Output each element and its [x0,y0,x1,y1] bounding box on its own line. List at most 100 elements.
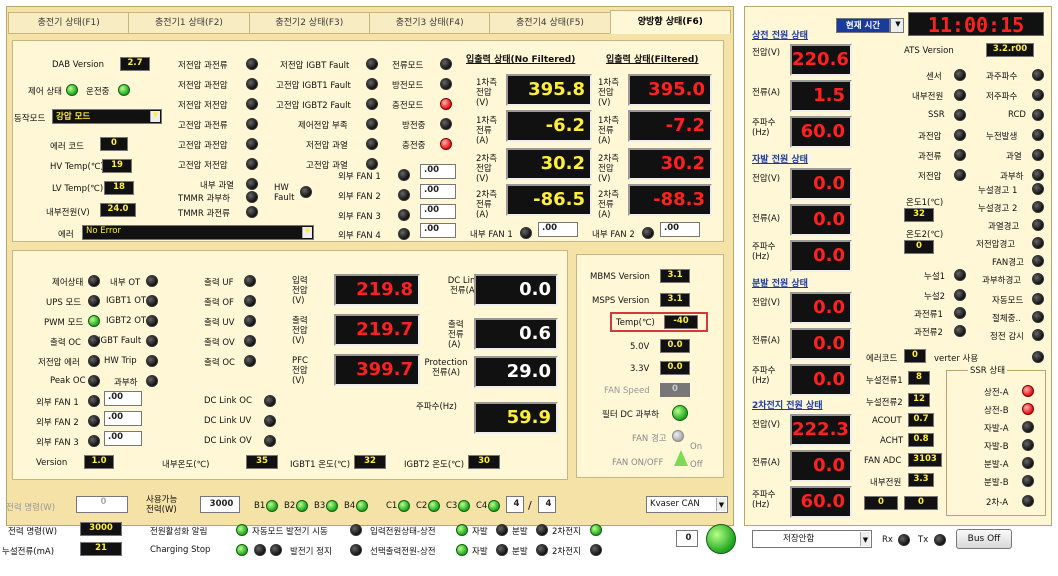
flag-led [366,158,378,170]
right-flag-led [954,129,966,141]
mid-flag-led [244,355,256,367]
fan-switch-icon[interactable] [674,450,688,466]
power-cmd-input[interactable]: 0 [76,496,128,513]
right-flag-label: 저주파수 [986,92,1018,102]
mid-flag-label: 출력 OV [204,338,235,348]
mid-flag-label: IGBT Fault [98,336,142,346]
time-dropdown[interactable]: ▼ [890,18,904,33]
right-flag-label: 과전압 [918,132,942,142]
sang-v-label: 전압(V) [752,48,781,58]
cha2-v-value: 222.3 [790,414,852,446]
auto-mode-led [1032,293,1044,305]
acht-value: 0.8 [908,433,934,447]
cell-led [398,500,410,512]
mid-flag-led [146,315,158,327]
bun-led-2 [536,544,548,556]
fanadc-value: 3103 [908,453,942,467]
tab-f5[interactable]: 충전기4 상태(F5) [489,12,611,34]
gen-stop-label: 발전기 정지 [290,547,332,557]
can-select[interactable]: Kvaser CAN ▼ [646,496,728,513]
sang-hz-label: 주파수 (Hz) [752,118,776,138]
save-select[interactable]: 저장안함 ▼ [752,530,872,548]
save-select-value: 저장안함 [783,534,815,544]
flag-led [440,118,452,130]
cha2-title: 2차전지 전원 상태 [752,401,823,411]
flag-led [366,118,378,130]
big-green-led[interactable] [706,524,736,554]
hw-fault-led [300,186,312,198]
bun-a-value: 0.0 [790,328,852,360]
right-flag-led [1032,109,1044,121]
error-select[interactable]: No Error ▼ [82,225,314,240]
cell-label: C4 [476,501,488,511]
stop-led-3 [270,544,282,556]
tab-f2[interactable]: 충전기1 상태(F2) [128,12,250,34]
flag-label: 방전중 [402,121,426,131]
temp-igbt2-label: IGBT2 온도(℃) [404,460,465,470]
mbms-temp-label: Temp(℃) [616,318,655,328]
flag-led [246,58,258,70]
temp-igbt1-value: 32 [354,455,386,469]
flag-label: 제어전압 부족 [298,121,348,131]
avail-value: 3000 [200,496,240,513]
batt-led [266,500,278,512]
temp2-label: 온도2(℃) [906,230,944,240]
run-led [118,84,130,96]
right-flag-label: 과전류 [918,152,942,162]
warn-led [1032,273,1044,285]
fan-speed-label: FAN Speed [604,386,650,396]
tab-bar: 충전기 상태(F1) 충전기1 상태(F2) 충전기2 상태(F3) 충전기3 … [8,10,731,34]
mid-flag-label: IGBT1 OT [106,296,147,306]
power-cmd-value: 0 [100,497,107,507]
flag-label: 고전압 IGBT2 Fault [276,101,351,111]
mode-label: 동작모드 [14,114,46,124]
ja-hz-label: 주파수 (Hz) [752,242,776,262]
dc-flag-label: DC Link UV [204,416,252,426]
ext-fan-led [398,169,410,181]
ext-fan-led [398,209,410,221]
flag-led [366,78,378,90]
error-label: 에러 [58,230,74,240]
temp-igbt2-value: 30 [468,455,500,469]
ssr-label: 분발-A [984,460,1009,470]
flag-label: 저전압 과전압 [178,81,228,91]
ext-fan-value: .00 [420,184,456,199]
ja-v-value: 0.0 [790,168,852,200]
mid-flag-label: 출력 OF [204,298,234,308]
cha2-a-label: 전류(A) [752,458,781,468]
mid-flag-label: UPS 모드 [46,298,82,308]
batt-label: B4 [344,501,356,511]
temp1-label: 온도1(℃) [906,198,944,208]
ssr-led [1022,421,1034,433]
flag-led [246,191,258,203]
flag-led [246,78,258,90]
cha2-hz-label: 주파수 (Hz) [752,490,776,510]
tab-f6[interactable]: 양방향 상태(F6) [609,10,731,34]
mid-flag-led [88,375,100,387]
ja-led [496,524,508,536]
chevron-down-icon: ▼ [893,20,903,31]
in-v-value: 219.8 [334,274,420,306]
dc-flag-led [264,395,276,407]
mode-select[interactable]: 강압 모드 ▼ [52,109,162,124]
time-label-box: 현재 시간 [836,18,890,33]
count-a: 4 [506,496,524,513]
leakcur2-value: 12 [908,393,930,407]
io-title-filter: 입출력 상태(Filtered) [606,55,699,65]
mid-flag-led [88,295,100,307]
pre-led [1032,311,1044,323]
right-flag-led [954,69,966,81]
mid-flag-label: 출력 OC [204,358,235,368]
tab-f1[interactable]: 충전기 상태(F1) [8,12,130,34]
mbms-label: MBMS Version [590,272,650,282]
internal-power-label: 내부전원(V) [46,208,90,218]
bus-off-button[interactable]: Bus Off [956,529,1012,549]
tab-f3[interactable]: 충전기2 상태(F3) [248,12,370,34]
tab-f4[interactable]: 충전기3 상태(F4) [368,12,491,34]
lv-temp-label: LV Temp(℃) [52,184,104,194]
io-label: 1차측 전압(V) [598,78,620,108]
right-flag-label: 누전발생 [986,132,1018,142]
mode-select-value: 강압 모드 [56,112,91,122]
mbms-value: 3.1 [660,269,690,283]
leak-flag-label: 누설1 [924,272,946,282]
